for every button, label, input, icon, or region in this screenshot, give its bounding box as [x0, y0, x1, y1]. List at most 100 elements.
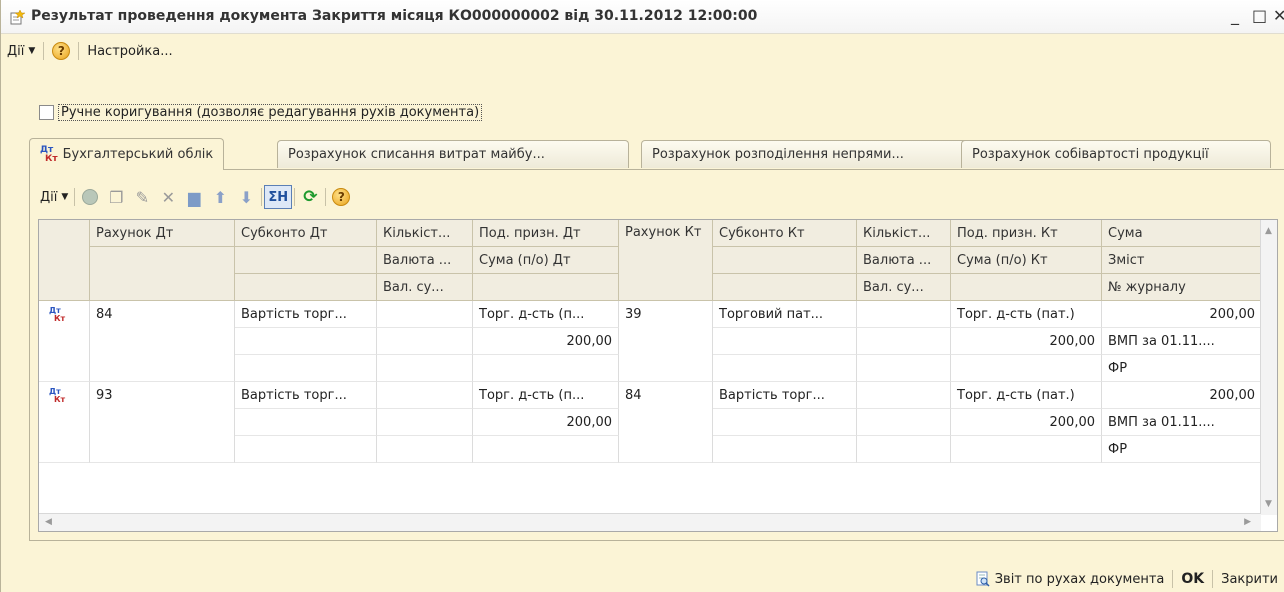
cell-journal[interactable]: ФР — [1102, 355, 1262, 382]
maximize-button[interactable]: □ — [1252, 6, 1267, 25]
tab-accounting[interactable]: Дт Кт Бухгалтерський облік — [29, 138, 225, 170]
cell-sub-kt[interactable]: Вартість торг... — [713, 382, 857, 409]
cell-taxsum-dt[interactable]: 200,00 — [473, 409, 619, 436]
header-sub-dt[interactable]: Субконто Дт — [235, 220, 377, 247]
cell-acc-kt[interactable]: 39 — [619, 301, 713, 382]
header-cursum-kt[interactable]: Вал. су... — [857, 274, 951, 301]
cell-empty[interactable] — [235, 328, 377, 355]
cell-empty[interactable] — [857, 328, 951, 355]
cell-acc-dt[interactable]: 84 — [90, 301, 235, 382]
manual-edit-label[interactable]: Ручне коригування (дозволяє редагування … — [58, 104, 483, 121]
close-button[interactable]: Закрити — [1215, 568, 1284, 590]
cell-empty[interactable] — [857, 355, 951, 382]
header-tax-dt[interactable]: Под. призн. Дт — [473, 220, 619, 247]
cell-sum[interactable]: 200,00 — [1102, 301, 1262, 328]
header-cur-dt[interactable]: Валюта ... — [377, 247, 473, 274]
movement-report-button[interactable]: Звіт по рухах документа — [969, 568, 1171, 590]
actions-menu-button[interactable]: Дії ▼ — [1, 39, 41, 63]
cell-taxsum-kt[interactable]: 200,00 — [951, 328, 1102, 355]
help-button[interactable]: ? — [46, 39, 76, 63]
toolbar-divider — [43, 42, 45, 60]
cell-empty[interactable] — [857, 436, 951, 463]
save-icon[interactable]: ▆ — [181, 185, 207, 209]
postings-table[interactable]: Рахунок Дт Субконто Дт Кількіст... Валют… — [38, 219, 1278, 532]
header-tax-kt[interactable]: Под. призн. Кт — [951, 220, 1102, 247]
cell-empty[interactable] — [713, 409, 857, 436]
cell-content[interactable]: ВМП за 01.11.... — [1102, 328, 1262, 355]
cell-journal[interactable]: ФР — [1102, 436, 1262, 463]
edit-icon[interactable]: ✎ — [129, 185, 155, 209]
cell-acc-dt[interactable]: 93 — [90, 382, 235, 463]
cell-taxsum-dt[interactable]: 200,00 — [473, 328, 619, 355]
cell-empty[interactable] — [713, 328, 857, 355]
cell-tax-kt[interactable]: Торг. д-сть (пат.) — [951, 301, 1102, 328]
cell-tax-dt[interactable]: Торг. д-сть (п... — [473, 382, 619, 409]
header-taxsum-kt[interactable]: Сума (п/о) Кт — [951, 247, 1102, 274]
header-qty-kt[interactable]: Кількіст... — [857, 220, 951, 247]
tab-indirect-distribution[interactable]: Розрахунок розподілення непрями... — [641, 140, 971, 168]
header-acc-dt[interactable]: Рахунок Дт — [90, 220, 235, 247]
cell-empty[interactable] — [235, 409, 377, 436]
header-journal[interactable]: № журналу — [1102, 274, 1262, 301]
header-content[interactable]: Зміст — [1102, 247, 1262, 274]
help-button[interactable]: ? — [328, 185, 354, 209]
cell-empty[interactable] — [857, 382, 951, 409]
cell-empty[interactable] — [377, 301, 473, 328]
add-icon[interactable] — [77, 185, 103, 209]
scroll-left-icon[interactable]: ◀ — [45, 517, 52, 527]
move-up-icon[interactable]: ⬆ — [207, 185, 233, 209]
cell-content[interactable]: ВМП за 01.11.... — [1102, 409, 1262, 436]
cell-empty[interactable] — [235, 436, 377, 463]
cell-tax-dt[interactable]: Торг. д-сть (п... — [473, 301, 619, 328]
header-cursum-dt[interactable]: Вал. су... — [377, 274, 473, 301]
cell-empty[interactable] — [377, 409, 473, 436]
cell-taxsum-kt[interactable]: 200,00 — [951, 409, 1102, 436]
tab-expense-writeoff[interactable]: Розрахунок списання витрат майбу... — [277, 140, 629, 168]
header-qty-dt[interactable]: Кількіст... — [377, 220, 473, 247]
cell-empty[interactable] — [857, 301, 951, 328]
move-down-icon[interactable]: ⬇ — [233, 185, 259, 209]
cell-empty[interactable] — [235, 355, 377, 382]
copy-icon[interactable]: ❐ — [103, 185, 129, 209]
cell-sub-dt[interactable]: Вартість торг... — [235, 382, 377, 409]
scroll-down-icon[interactable]: ▼ — [1265, 499, 1272, 509]
cell-empty[interactable] — [377, 436, 473, 463]
cell-empty[interactable] — [377, 328, 473, 355]
row-icon-cell: Дт Кт — [39, 301, 90, 382]
row-icon-cell: Дт Кт — [39, 382, 90, 463]
cell-empty[interactable] — [713, 355, 857, 382]
cell-acc-kt[interactable]: 84 — [619, 382, 713, 463]
tab-production-cost[interactable]: Розрахунок собівартості продукції — [961, 140, 1271, 168]
grid-actions-menu-button[interactable]: Дії ▼ — [40, 185, 72, 209]
cell-empty[interactable] — [473, 436, 619, 463]
close-window-button[interactable]: ✕ — [1273, 6, 1284, 25]
header-blank — [473, 274, 619, 301]
cell-sub-kt[interactable]: Торговий пат... — [713, 301, 857, 328]
header-sub-kt[interactable]: Субконто Кт — [713, 220, 857, 247]
sum-icon[interactable]: ΣН — [264, 185, 293, 209]
scroll-right-icon[interactable]: ▶ — [1244, 517, 1251, 527]
cell-empty[interactable] — [951, 436, 1102, 463]
cell-empty[interactable] — [951, 355, 1102, 382]
cell-empty[interactable] — [377, 355, 473, 382]
cell-empty[interactable] — [473, 355, 619, 382]
horizontal-scrollbar[interactable]: ◀ ▶ — [39, 513, 1261, 531]
header-taxsum-dt[interactable]: Сума (п/о) Дт — [473, 247, 619, 274]
minimize-button[interactable]: _ — [1231, 6, 1239, 25]
scroll-up-icon[interactable]: ▲ — [1265, 226, 1272, 236]
delete-icon[interactable]: ✕ — [155, 185, 181, 209]
manual-edit-checkbox[interactable] — [39, 105, 54, 120]
cell-empty[interactable] — [857, 409, 951, 436]
settings-button[interactable]: Настройка... — [81, 39, 178, 63]
cell-sub-dt[interactable]: Вартість торг... — [235, 301, 377, 328]
cell-tax-kt[interactable]: Торг. д-сть (пат.) — [951, 382, 1102, 409]
header-sum[interactable]: Сума — [1102, 220, 1262, 247]
header-acc-kt[interactable]: Рахунок Кт — [619, 220, 713, 301]
cell-empty[interactable] — [713, 436, 857, 463]
cell-sum[interactable]: 200,00 — [1102, 382, 1262, 409]
cell-empty[interactable] — [377, 382, 473, 409]
refresh-icon[interactable]: ⟳ — [297, 185, 323, 209]
header-cur-kt[interactable]: Валюта ... — [857, 247, 951, 274]
ok-button[interactable]: OK — [1175, 568, 1210, 590]
vertical-scrollbar[interactable]: ▲ ▼ — [1260, 220, 1277, 515]
